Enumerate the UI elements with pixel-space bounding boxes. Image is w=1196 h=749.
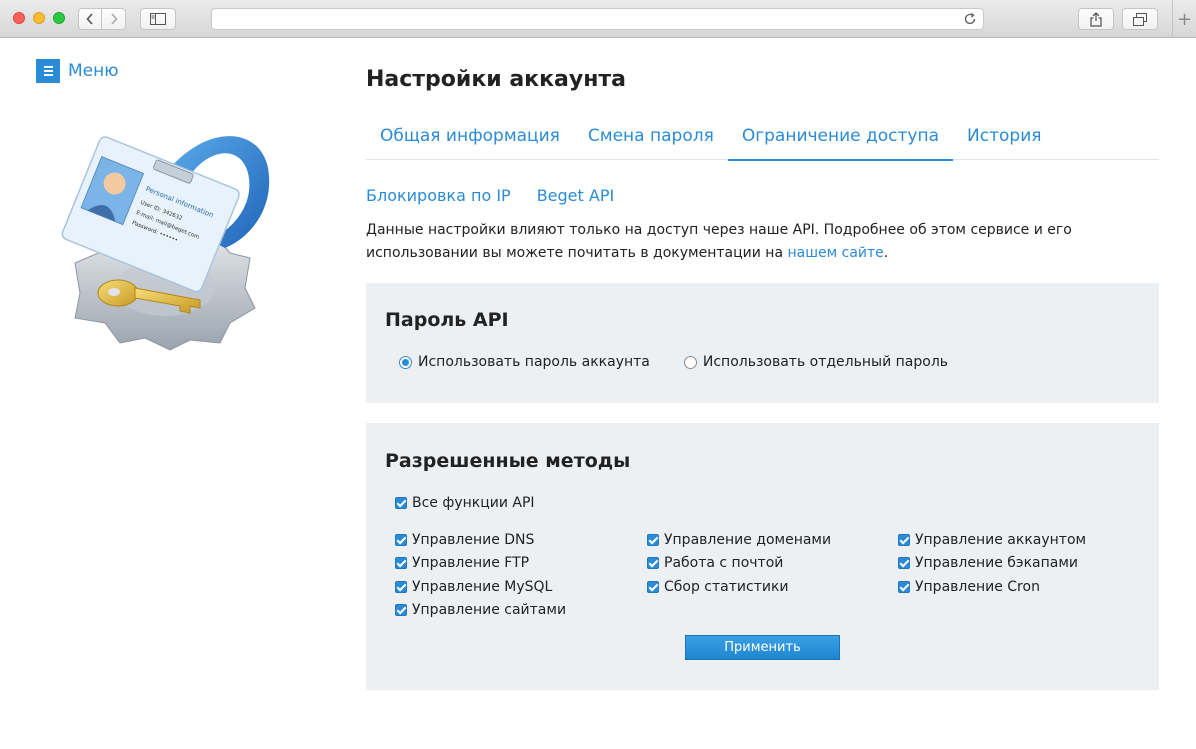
checkbox-checked-icon[interactable] (395, 557, 407, 570)
subtab-ip-block[interactable]: Блокировка по IP (366, 186, 511, 205)
address-bar[interactable] (211, 8, 984, 30)
checkbox-checked-icon[interactable] (395, 580, 407, 593)
checkbox-checked-icon[interactable] (395, 603, 407, 616)
checkbox-label: Управление бэкапами (915, 555, 1079, 572)
checkbox-sites[interactable]: Управление сайтами (395, 599, 566, 622)
menu-label: Меню (68, 61, 119, 81)
checkbox-checked-icon[interactable] (898, 534, 910, 547)
checkbox-ftp[interactable]: Управление FTP (395, 552, 566, 575)
docs-link[interactable]: нашем сайте (787, 245, 883, 261)
minimize-window-button[interactable] (33, 12, 45, 24)
description-text: Данные настройки влияют только на доступ… (366, 222, 1072, 261)
plus-icon: + (1176, 8, 1193, 30)
tab-password[interactable]: Смена пароля (574, 112, 728, 160)
share-icon (1090, 11, 1102, 27)
reload-icon[interactable] (963, 12, 977, 26)
show-sidebar-button[interactable] (140, 8, 176, 30)
checkbox-label: Управление FTP (412, 555, 530, 572)
new-tab-button[interactable]: + (1172, 0, 1196, 38)
settings-tabs: Общая информация Смена пароля Ограничени… (366, 112, 1159, 161)
checkbox-label: Управление Cron (915, 578, 1040, 595)
checkbox-checked-icon[interactable] (898, 580, 910, 593)
chevron-right-icon (110, 13, 118, 25)
radio-separate-password[interactable]: Использовать отдельный пароль (683, 354, 949, 370)
radio-label: Использовать пароль аккаунта (418, 354, 650, 370)
checkbox-label: Управление DNS (412, 532, 535, 549)
personal-info-illustration: Personal information User ID: 342632 E-m… (61, 136, 270, 351)
subtabs: Блокировка по IP Beget API (366, 186, 614, 205)
page-title: Настройки аккаунта (366, 67, 627, 92)
forward-button[interactable] (102, 8, 126, 30)
radio-selected-icon[interactable] (399, 355, 412, 369)
tab-history[interactable]: История (953, 112, 1055, 160)
api-password-panel: Пароль API Использовать пароль аккаунта … (366, 283, 1159, 403)
radio-unselected-icon[interactable] (683, 355, 697, 369)
checkbox-domains[interactable]: Управление доменами (647, 529, 831, 552)
checkbox-label: Управление доменами (664, 532, 832, 549)
checkbox-mysql[interactable]: Управление MySQL (395, 575, 566, 598)
tabs-icon (1133, 12, 1147, 26)
api-password-options: Использовать пароль аккаунта Использоват… (399, 354, 948, 370)
checkbox-all-api[interactable]: Все функции API (395, 492, 535, 514)
allowed-methods-title: Разрешенные методы (385, 450, 631, 472)
chevron-left-icon (86, 13, 93, 25)
apply-button[interactable]: Применить (685, 635, 840, 660)
hamburger-icon (36, 59, 60, 83)
checkbox-label: Работа с почтой (664, 555, 784, 572)
subtab-beget-api[interactable]: Beget API (537, 186, 615, 205)
checkbox-label: Управление аккаунтом (915, 532, 1087, 549)
description-end: . (883, 245, 889, 261)
methods-column: Управление DNS Управление FTP Управление… (395, 529, 566, 621)
checkbox-label: Все функции API (412, 495, 535, 511)
tab-access-restriction[interactable]: Ограничение доступа (727, 112, 954, 161)
tab-general[interactable]: Общая информация (366, 112, 574, 160)
checkbox-label: Сбор статистики (664, 578, 789, 595)
checkbox-stats[interactable]: Сбор статистики (647, 575, 831, 598)
share-button[interactable] (1078, 8, 1114, 30)
allowed-methods-panel: Разрешенные методы Все функции API Управ… (366, 423, 1159, 690)
checkbox-dns[interactable]: Управление DNS (395, 529, 566, 552)
browser-toolbar: + (0, 0, 1196, 38)
sidebar-icon (150, 13, 166, 25)
checkbox-backups[interactable]: Управление бэкапами (898, 552, 1086, 575)
api-password-title: Пароль API (385, 309, 509, 331)
back-button[interactable] (78, 8, 102, 30)
checkbox-label: Управление сайтами (412, 601, 567, 618)
radio-label: Использовать отдельный пароль (702, 354, 949, 370)
methods-column: Управление аккаунтом Управление бэкапами… (898, 529, 1086, 598)
checkbox-checked-icon[interactable] (647, 557, 659, 570)
checkbox-mail[interactable]: Работа с почтой (647, 552, 831, 575)
api-description: Данные настройки влияют только на доступ… (366, 219, 1166, 265)
methods-column: Управление доменами Работа с почтой Сбор… (647, 529, 831, 598)
checkbox-checked-icon[interactable] (898, 557, 910, 570)
checkbox-checked-icon[interactable] (647, 534, 659, 547)
checkbox-label: Управление MySQL (412, 578, 553, 595)
tab-overview-button[interactable] (1122, 8, 1158, 30)
checkbox-account[interactable]: Управление аккаунтом (898, 529, 1086, 552)
checkbox-checked-icon[interactable] (395, 534, 407, 547)
checkbox-checked-icon[interactable] (395, 497, 407, 509)
close-window-button[interactable] (13, 12, 25, 24)
menu-button[interactable]: Меню (36, 59, 119, 83)
zoom-window-button[interactable] (53, 12, 65, 24)
checkbox-cron[interactable]: Управление Cron (898, 575, 1086, 598)
checkbox-checked-icon[interactable] (647, 580, 659, 593)
radio-account-password[interactable]: Использовать пароль аккаунта (399, 354, 650, 370)
